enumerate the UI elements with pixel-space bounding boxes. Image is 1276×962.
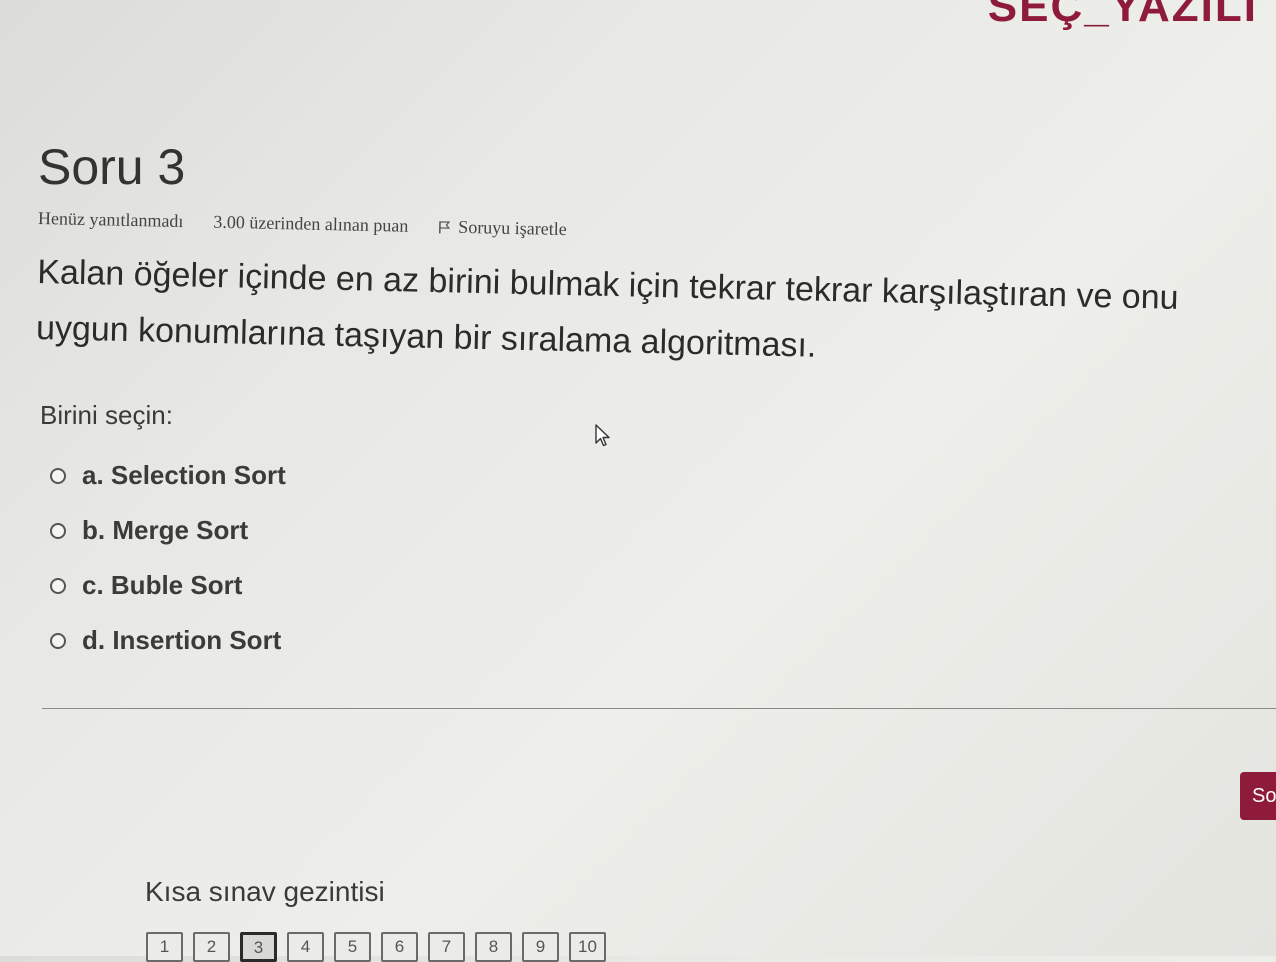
answer-label: b. Merge Sort [82,515,249,545]
quiz-navigation: 1 2 3 4 5 6 7 8 9 10 [146,932,606,962]
flag-question-link[interactable]: Soruyu işaretle [438,216,567,240]
nav-question-button[interactable]: 1 [146,932,183,962]
next-page-button[interactable]: Sonraki sayfa [1240,772,1276,820]
question-points: 3.00 üzerinden alınan puan [213,211,409,236]
nav-question-button[interactable]: 8 [475,932,512,962]
radio-button[interactable] [50,467,66,484]
radio-button[interactable] [50,522,66,539]
answer-label: d. Insertion Sort [82,625,282,655]
nav-question-button[interactable]: 7 [428,932,465,962]
answer-label: c. Buble Sort [82,570,243,600]
question-status: Henüz yanıtlanmadı [37,208,184,232]
nav-question-button-current[interactable]: 3 [240,932,277,962]
answer-option-a[interactable]: a. Selection Sort [50,448,286,503]
answer-option-c[interactable]: c. Buble Sort [50,558,286,613]
nav-question-button[interactable]: 6 [381,932,418,962]
question-info: Henüz yanıtlanmadı 3.00 üzerinden alınan… [38,208,567,240]
answer-label: a. Selection Sort [82,460,286,490]
radio-button[interactable] [50,632,66,649]
radio-button[interactable] [50,577,66,594]
nav-question-button[interactable]: 5 [334,932,371,962]
nav-question-button[interactable]: 4 [287,932,324,962]
flag-question-label: Soruyu işaretle [458,216,567,240]
flag-icon [439,220,451,233]
site-logo: SEÇ_YAZILI [987,0,1258,31]
answer-prompt: Birini seçin: [40,400,173,430]
answer-option-d[interactable]: d. Insertion Sort [50,613,286,668]
nav-question-button[interactable]: 9 [522,932,559,962]
quiz-navigation-title: Kısa sınav gezintisi [145,876,385,907]
mouse-pointer-icon [595,424,610,447]
question-title: Soru 3 [38,139,186,195]
answer-option-b[interactable]: b. Merge Sort [50,503,286,558]
section-divider [42,708,1276,709]
nav-question-button[interactable]: 2 [193,932,230,962]
nav-question-button[interactable]: 10 [569,932,606,962]
answer-list: a. Selection Sort b. Merge Sort c. Buble… [50,448,286,668]
question-text: Kalan öğeler içinde en az birini bulmak … [35,252,1179,365]
